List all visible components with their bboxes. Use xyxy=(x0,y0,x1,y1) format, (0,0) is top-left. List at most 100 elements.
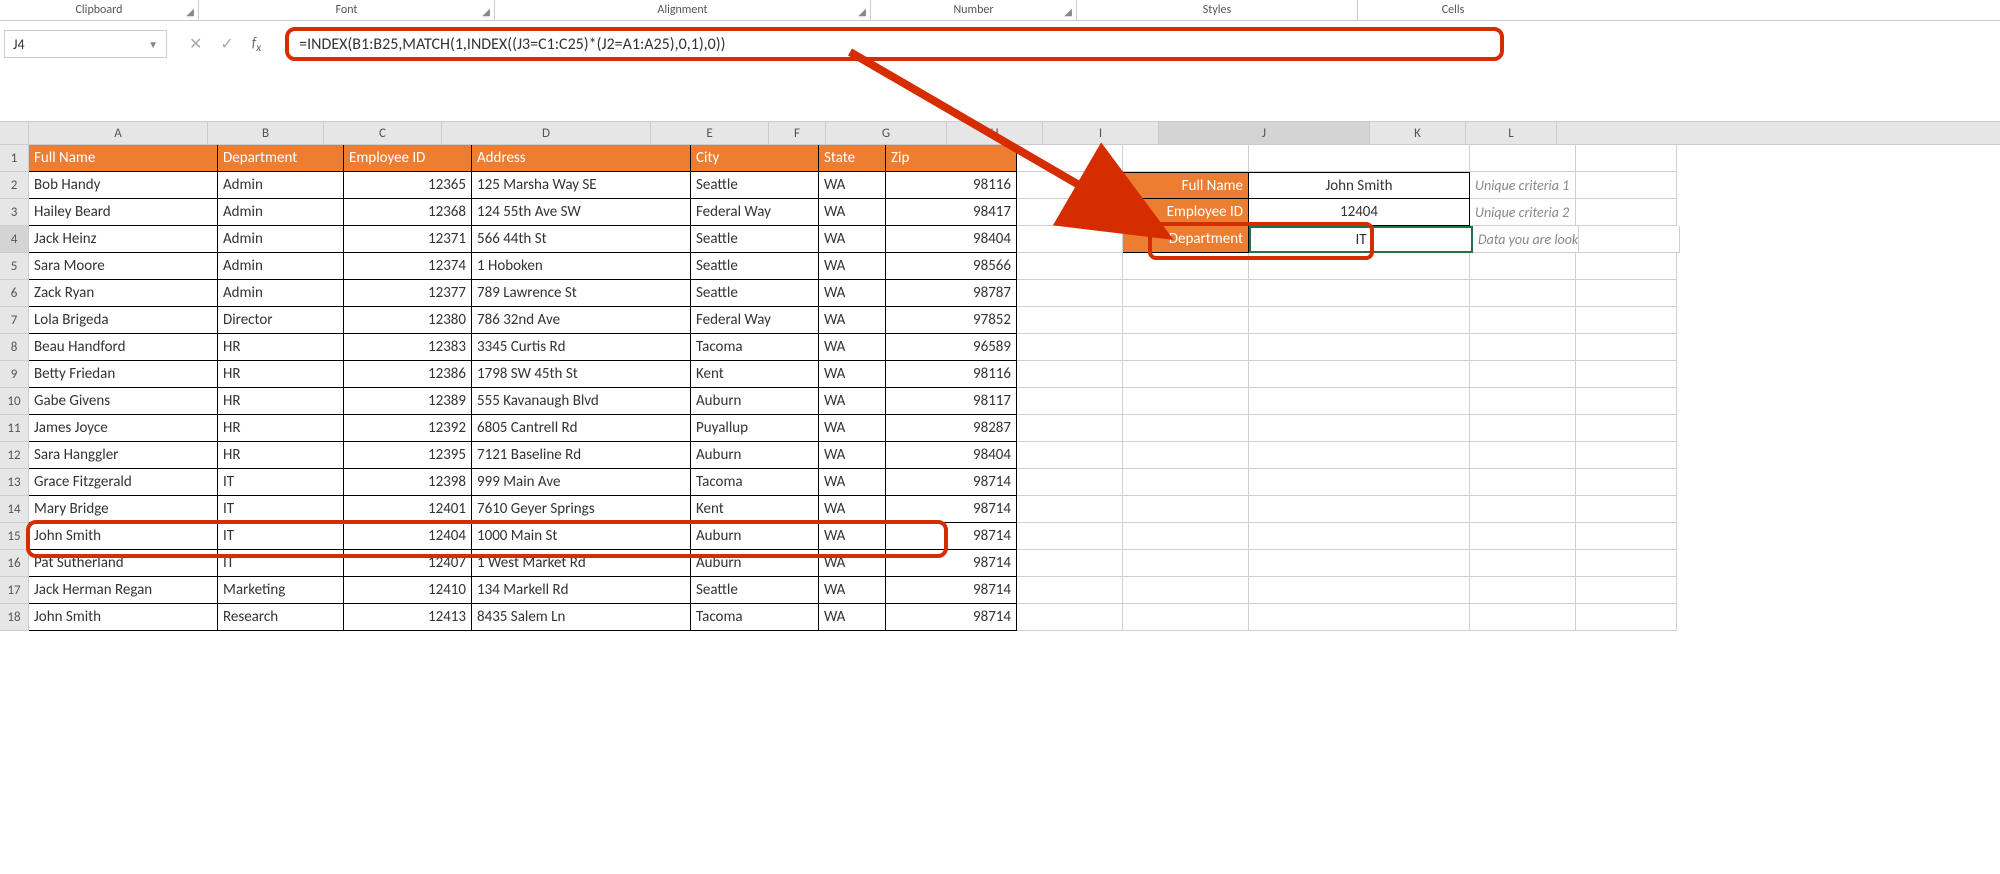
cell[interactable]: Gabe Givens xyxy=(29,388,218,415)
cell[interactable]: 12392 xyxy=(344,415,472,442)
cell[interactable]: 98714 xyxy=(886,550,1017,577)
col-header[interactable]: K xyxy=(1370,122,1466,144)
row-header[interactable]: 1 xyxy=(0,145,29,172)
cell[interactable] xyxy=(1576,280,1677,307)
cell[interactable]: Zack Ryan xyxy=(29,280,218,307)
cell[interactable]: 12365 xyxy=(344,172,472,199)
row-header[interactable]: 10 xyxy=(0,388,29,415)
cell[interactable] xyxy=(1470,550,1576,577)
cell[interactable]: Seattle xyxy=(691,280,819,307)
cell[interactable]: Zip xyxy=(886,145,1017,172)
cell[interactable] xyxy=(1249,523,1470,550)
cell[interactable]: 999 Main Ave xyxy=(472,469,691,496)
cell[interactable] xyxy=(1249,307,1470,334)
cell[interactable]: James Joyce xyxy=(29,415,218,442)
cell[interactable]: WA xyxy=(819,469,886,496)
cell[interactable]: Sara Hanggler xyxy=(29,442,218,469)
cell[interactable]: 12386 xyxy=(344,361,472,388)
cell[interactable] xyxy=(1123,523,1249,550)
row-header[interactable]: 18 xyxy=(0,604,29,631)
cell[interactable]: WA xyxy=(819,415,886,442)
cell[interactable]: 12404 xyxy=(1249,199,1470,226)
cell[interactable]: 98714 xyxy=(886,496,1017,523)
enter-icon[interactable]: ✓ xyxy=(220,34,233,54)
row-header[interactable]: 5 xyxy=(0,253,29,280)
cell[interactable]: Marketing xyxy=(218,577,344,604)
cell[interactable] xyxy=(1576,172,1677,199)
cell[interactable] xyxy=(1470,334,1576,361)
cell[interactable]: WA xyxy=(819,550,886,577)
cell[interactable]: 125 Marsha Way SE xyxy=(472,172,691,199)
col-header[interactable]: B xyxy=(208,122,324,144)
select-all-corner[interactable] xyxy=(0,122,29,144)
row-header[interactable]: 6 xyxy=(0,280,29,307)
cell[interactable]: 12374 xyxy=(344,253,472,280)
cell[interactable] xyxy=(1123,253,1249,280)
cell[interactable]: 98714 xyxy=(886,523,1017,550)
cell[interactable]: Auburn xyxy=(691,523,819,550)
cell[interactable] xyxy=(1249,361,1470,388)
cell[interactable] xyxy=(1123,604,1249,631)
cell[interactable]: State xyxy=(819,145,886,172)
cell[interactable] xyxy=(1123,442,1249,469)
formula-input[interactable]: =INDEX(B1:B25,MATCH(1,INDEX((J3=C1:C25)*… xyxy=(285,27,1504,61)
row-header[interactable]: 4 xyxy=(0,226,29,253)
row-header[interactable]: 11 xyxy=(0,415,29,442)
cell[interactable] xyxy=(1017,361,1123,388)
cell[interactable] xyxy=(1249,442,1470,469)
cell[interactable] xyxy=(1123,496,1249,523)
col-header[interactable]: E xyxy=(651,122,769,144)
cell[interactable]: 98404 xyxy=(886,442,1017,469)
cell[interactable] xyxy=(1123,550,1249,577)
cell[interactable] xyxy=(1576,415,1677,442)
cell[interactable]: Puyallup xyxy=(691,415,819,442)
cell[interactable] xyxy=(1470,145,1576,172)
fx-icon[interactable]: fx xyxy=(252,34,267,55)
cell[interactable]: WA xyxy=(819,307,886,334)
cell[interactable] xyxy=(1017,550,1123,577)
cell[interactable]: IT xyxy=(218,550,344,577)
cell[interactable] xyxy=(1470,361,1576,388)
cell[interactable]: Federal Way xyxy=(691,307,819,334)
cell[interactable] xyxy=(1123,334,1249,361)
cell[interactable]: 12407 xyxy=(344,550,472,577)
cell[interactable]: 12377 xyxy=(344,280,472,307)
cell[interactable] xyxy=(1249,253,1470,280)
spreadsheet-grid[interactable]: A B C D E F G H I J K L 1 Full Name Depa… xyxy=(0,122,2000,631)
cell[interactable]: Kent xyxy=(691,496,819,523)
cell[interactable]: WA xyxy=(819,361,886,388)
cell[interactable] xyxy=(1017,199,1123,226)
cell[interactable]: 789 Lawrence St xyxy=(472,280,691,307)
cell[interactable] xyxy=(1017,604,1123,631)
cell[interactable]: Seattle xyxy=(691,226,819,253)
cell[interactable] xyxy=(1576,253,1677,280)
cell[interactable] xyxy=(1017,307,1123,334)
cell[interactable] xyxy=(1017,469,1123,496)
cell[interactable] xyxy=(1123,469,1249,496)
row-header[interactable]: 13 xyxy=(0,469,29,496)
cell[interactable]: 12410 xyxy=(344,577,472,604)
col-header[interactable]: F xyxy=(769,122,826,144)
cell[interactable]: Admin xyxy=(218,172,344,199)
cell[interactable] xyxy=(1470,280,1576,307)
dialog-launcher-icon[interactable]: ◢ xyxy=(1064,5,1072,18)
cell[interactable]: WA xyxy=(819,442,886,469)
cell[interactable]: Auburn xyxy=(691,388,819,415)
cell[interactable] xyxy=(1123,388,1249,415)
row-header[interactable]: 14 xyxy=(0,496,29,523)
cell[interactable] xyxy=(1017,442,1123,469)
col-header[interactable]: H xyxy=(947,122,1043,144)
cell[interactable]: Admin xyxy=(218,226,344,253)
cell[interactable]: WA xyxy=(819,172,886,199)
col-header[interactable]: C xyxy=(324,122,442,144)
row-header[interactable]: 17 xyxy=(0,577,29,604)
cell[interactable]: Auburn xyxy=(691,442,819,469)
cell[interactable]: 12389 xyxy=(344,388,472,415)
name-box[interactable]: J4 ▼ xyxy=(4,30,167,58)
cell[interactable] xyxy=(1470,577,1576,604)
cell[interactable]: 12383 xyxy=(344,334,472,361)
cell[interactable]: 98787 xyxy=(886,280,1017,307)
cell[interactable] xyxy=(1017,496,1123,523)
cell[interactable]: 555 Kavanaugh Blvd xyxy=(472,388,691,415)
cell[interactable]: WA xyxy=(819,577,886,604)
